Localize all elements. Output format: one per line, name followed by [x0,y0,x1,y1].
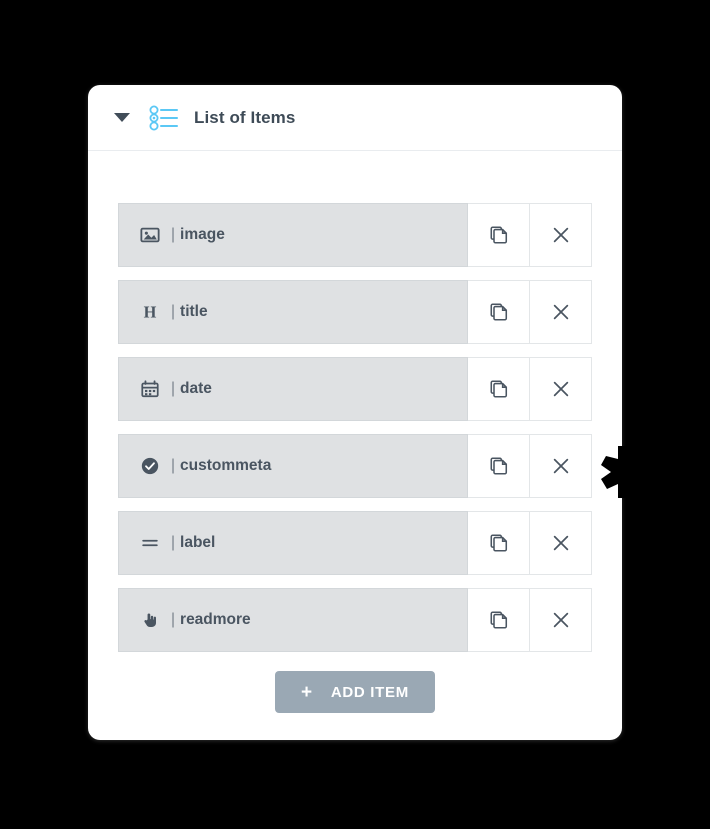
add-item-button[interactable]: + ADD ITEM [275,671,435,713]
row-separator: | [171,457,176,474]
row-label: | title [171,303,208,321]
delete-button[interactable] [530,203,592,267]
duplicate-button[interactable] [468,434,530,498]
row-label: | readmore [171,611,251,629]
close-icon [551,456,571,476]
table-row[interactable]: H | title [118,280,592,344]
list-bullets-icon [148,105,180,131]
table-row[interactable]: | date [118,357,592,421]
row-custommeta[interactable]: | custommeta [118,434,468,498]
plus-icon: + [301,681,313,703]
row-readmore[interactable]: | readmore [118,588,468,652]
copy-icon [489,225,509,245]
copy-icon [489,456,509,476]
duplicate-button[interactable] [468,280,530,344]
row-separator: | [171,534,176,551]
list-of-items-card: List of Items | image H | title | date |… [88,85,622,740]
calendar-icon [139,378,161,400]
table-row[interactable]: | readmore [118,588,592,652]
close-icon [551,610,571,630]
row-label: | label [171,534,215,552]
screen-root: List of Items | image H | title | date |… [0,0,710,829]
add-item-row: + ADD ITEM [118,671,592,713]
delete-button[interactable] [530,588,592,652]
copy-icon [489,533,509,553]
row-label-text: image [180,226,225,243]
row-label-text: label [180,534,216,551]
equals-lines-icon [139,532,161,554]
row-label: | custommeta [171,457,271,475]
copy-icon [489,610,509,630]
table-row[interactable]: | custommeta [118,434,592,498]
delete-button[interactable] [530,357,592,421]
svg-text:H: H [144,302,157,321]
delete-button[interactable] [530,280,592,344]
close-icon [551,302,571,322]
row-label: | date [171,380,212,398]
row-label-text: custommeta [180,457,272,474]
heading-h-icon: H [139,301,161,323]
row-label-field[interactable]: | label [118,511,468,575]
copy-icon [489,302,509,322]
close-icon [551,379,571,399]
row-label-text: title [180,303,208,320]
card-header: List of Items [88,85,622,151]
delete-button[interactable] [530,434,592,498]
caret-down-icon[interactable] [114,113,130,122]
table-row[interactable]: | image [118,203,592,267]
close-icon [551,225,571,245]
delete-button[interactable] [530,511,592,575]
row-label-text: readmore [180,611,251,628]
table-row[interactable]: | label [118,511,592,575]
row-separator: | [171,611,176,628]
card-body: | image H | title | date | custommeta | … [88,151,622,713]
duplicate-button[interactable] [468,203,530,267]
row-separator: | [171,226,176,243]
row-label-text: date [180,380,212,397]
row-date[interactable]: | date [118,357,468,421]
row-label: | image [171,226,225,244]
copy-icon [489,379,509,399]
duplicate-button[interactable] [468,511,530,575]
duplicate-button[interactable] [468,588,530,652]
add-item-label: ADD ITEM [330,683,409,701]
close-icon [551,533,571,553]
pointer-hand-icon [139,609,161,631]
row-separator: | [171,303,176,320]
image-icon [139,224,161,246]
check-circle-icon [139,455,161,477]
duplicate-button[interactable] [468,357,530,421]
row-title[interactable]: H | title [118,280,468,344]
row-separator: | [171,380,176,397]
row-image[interactable]: | image [118,203,468,267]
page-title: List of Items [194,107,296,127]
